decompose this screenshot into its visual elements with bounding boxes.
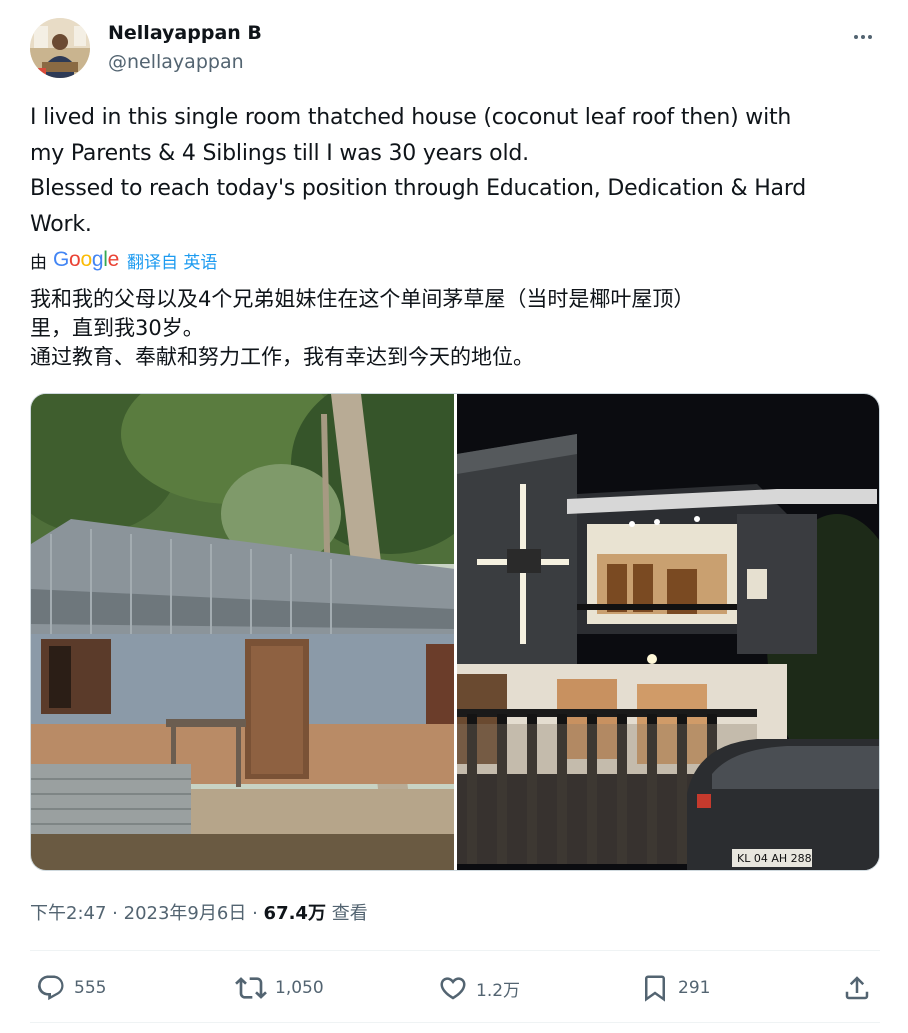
more-options-button[interactable]	[846, 20, 880, 54]
translation-attribution: 由 Google 翻译自 英语	[30, 246, 217, 274]
author-handle[interactable]: @nellayappan	[108, 51, 244, 73]
photo-new-house[interactable]: KL 04 AH 288	[456, 394, 879, 870]
translated-from-link[interactable]: 翻译自 英语	[127, 248, 217, 273]
tweet-media: KL 04 AH 288	[30, 393, 880, 871]
action-bar: 555 1,050 1.2万 291	[30, 966, 880, 1010]
reply-button[interactable]: 555	[36, 966, 106, 1010]
bookmark-count: 291	[678, 978, 711, 998]
translated-text: 我和我的父母以及4个兄弟姐妹住在这个单间茅草屋（当时是椰叶屋顶） 里，直到我30…	[30, 285, 880, 372]
bookmark-icon	[645, 975, 665, 1002]
share-button[interactable]	[842, 966, 872, 1010]
bookmark-button[interactable]: 291	[640, 966, 710, 1010]
heart-icon	[440, 977, 466, 1000]
tweet-line: my Parents & 4 Siblings till I was 30 ye…	[30, 140, 529, 166]
divider	[30, 1022, 880, 1023]
meta-separator: ·	[112, 903, 118, 924]
repost-icon	[235, 977, 267, 999]
translated-line: 通过教育、奉献和努力工作，我有幸达到今天的地位。	[30, 345, 534, 369]
avatar-image	[30, 18, 90, 78]
author-name[interactable]: Nellayappan B	[108, 22, 262, 44]
license-plate: KL 04 AH 288	[737, 852, 812, 865]
repost-button[interactable]: 1,050	[235, 966, 324, 1010]
reply-icon	[37, 975, 64, 1001]
tweet-line: Work.	[30, 211, 92, 237]
tweet-text: I lived in this single room thatched hou…	[30, 100, 880, 242]
divider	[30, 950, 880, 951]
photo-old-house[interactable]	[31, 394, 454, 870]
reply-count: 555	[74, 978, 107, 998]
views-label: 查看	[331, 903, 368, 924]
tweet-line: I lived in this single room thatched hou…	[30, 105, 792, 130]
translated-line: 我和我的父母以及4个兄弟姐妹住在这个单间茅草屋（当时是椰叶屋顶）	[30, 287, 695, 311]
new-house-photo-icon: KL 04 AH 288	[456, 394, 879, 870]
more-icon	[854, 35, 872, 39]
old-house-photo-icon	[31, 394, 454, 870]
tweet-meta: 下午2:47 · 2023年9月6日 · 67.4万 查看	[30, 899, 368, 925]
translated-by-label: 由	[30, 252, 47, 273]
repost-count: 1,050	[275, 978, 324, 998]
post-time[interactable]: 下午2:47	[30, 903, 106, 924]
avatar[interactable]	[30, 18, 90, 78]
views-count: 67.4万	[263, 903, 326, 924]
translated-line: 里，直到我30岁。	[30, 316, 204, 340]
post-date[interactable]: 2023年9月6日	[124, 903, 247, 924]
google-logo: Google	[53, 248, 119, 271]
tweet-line: Blessed to reach today's position throug…	[30, 176, 807, 201]
like-button[interactable]: 1.2万	[438, 966, 520, 1010]
meta-separator: ·	[252, 903, 258, 924]
share-icon	[845, 976, 869, 1000]
tweet-header: Nellayappan B @nellayappan	[30, 18, 880, 78]
like-count: 1.2万	[476, 980, 521, 1001]
